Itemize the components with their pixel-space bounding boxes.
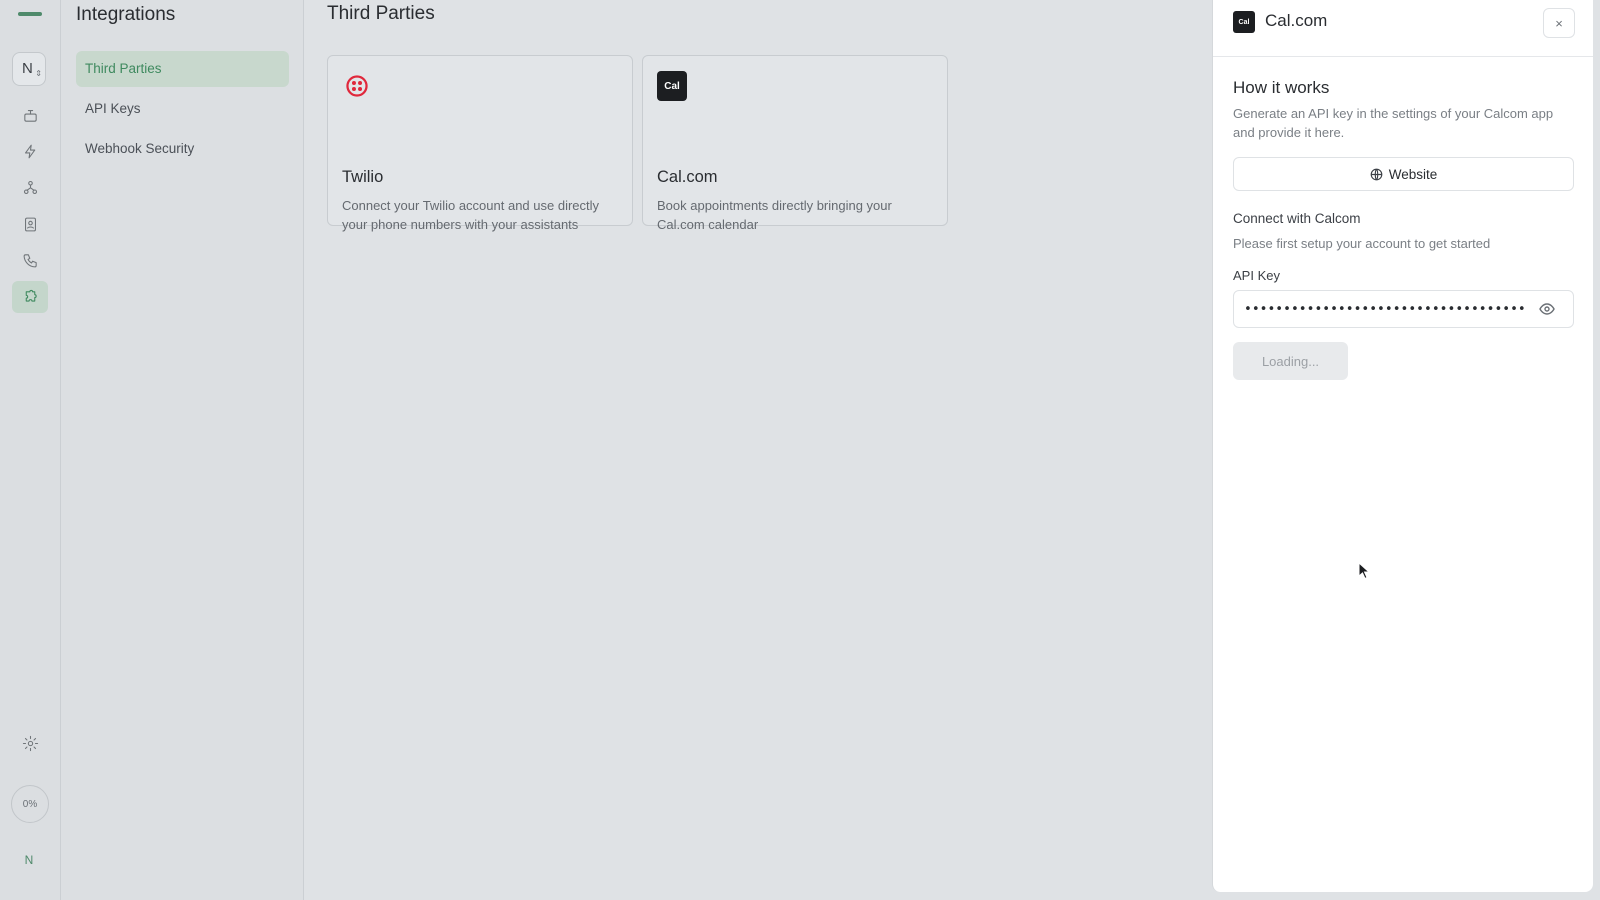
rail-item-squads[interactable] xyxy=(12,171,48,203)
rail-item-calls[interactable] xyxy=(12,244,48,276)
show-password-button[interactable] xyxy=(1539,301,1557,319)
calcom-logo-icon: Cal xyxy=(1233,11,1255,33)
calcom-panel: Cal Cal.com × How it works Generate an A… xyxy=(1212,0,1593,892)
rail-item-workflows[interactable] xyxy=(12,135,48,167)
sidebar-item-third-parties[interactable]: Third Parties xyxy=(76,51,289,87)
card-title: Twilio xyxy=(342,168,384,186)
sidebar-item-api-keys[interactable]: API Keys xyxy=(76,91,289,127)
integration-card-calcom[interactable]: Cal Cal.com Book appointments directly b… xyxy=(642,55,948,232)
network-icon xyxy=(23,180,37,194)
chevron-updown-icon: ⇕ xyxy=(35,69,42,78)
integration-card-twilio[interactable]: Twilio Connect your Twilio account and u… xyxy=(327,55,633,232)
calcom-icon: Cal xyxy=(657,71,687,101)
panel-title: Cal.com xyxy=(1265,11,1328,30)
card-title: Cal.com xyxy=(657,168,718,186)
app-logo[interactable] xyxy=(18,12,42,16)
workspace-switcher[interactable]: N ⇕ xyxy=(12,52,46,86)
workspace-initial: N xyxy=(22,60,33,77)
connect-subtitle: Please first setup your account to get s… xyxy=(1233,236,1491,251)
page-title: Third Parties xyxy=(327,3,435,24)
api-key-input[interactable] xyxy=(1244,297,1529,321)
robot-icon xyxy=(23,109,37,122)
contact-icon xyxy=(24,217,36,231)
rail-item-integrations[interactable] xyxy=(12,281,48,313)
globe-icon xyxy=(1370,168,1383,180)
eye-icon xyxy=(1539,303,1555,315)
api-key-label: API Key xyxy=(1233,268,1280,283)
how-it-works-description: Generate an API key in the settings of y… xyxy=(1233,106,1554,140)
close-icon: × xyxy=(1555,15,1563,31)
sidebar-item-webhook-security[interactable]: Webhook Security xyxy=(76,131,289,167)
connect-title: Connect with Calcom xyxy=(1233,211,1361,226)
loading-button[interactable]: Loading... xyxy=(1233,342,1348,380)
rail-item-assistants[interactable] xyxy=(12,99,48,131)
integrations-sidebar: Integrations Third Parties API Keys Webh… xyxy=(61,0,304,900)
lightning-icon xyxy=(24,144,35,158)
phone-icon xyxy=(23,253,37,267)
website-button[interactable]: Website xyxy=(1233,157,1574,191)
rail-item-settings[interactable] xyxy=(12,727,48,759)
card-description: Connect your Twilio account and use dire… xyxy=(342,198,600,232)
puzzle-icon xyxy=(25,289,37,302)
twilio-icon xyxy=(342,71,372,101)
avatar[interactable]: N xyxy=(17,848,41,872)
sidebar-title: Integrations xyxy=(76,4,176,25)
close-button[interactable]: × xyxy=(1543,8,1575,38)
how-it-works-title: How it works xyxy=(1233,78,1330,97)
usage-indicator[interactable]: 0% xyxy=(11,785,49,823)
gear-icon xyxy=(22,735,38,751)
panel-header: Cal Cal.com × xyxy=(1213,0,1593,57)
card-description: Book appointments directly bringing your… xyxy=(657,198,892,232)
cursor-icon xyxy=(1358,562,1370,580)
icon-rail: N ⇕ 0% N xyxy=(0,0,61,900)
rail-item-contacts[interactable] xyxy=(12,208,48,240)
api-key-field[interactable] xyxy=(1233,290,1574,328)
website-label: Website xyxy=(1388,166,1438,182)
